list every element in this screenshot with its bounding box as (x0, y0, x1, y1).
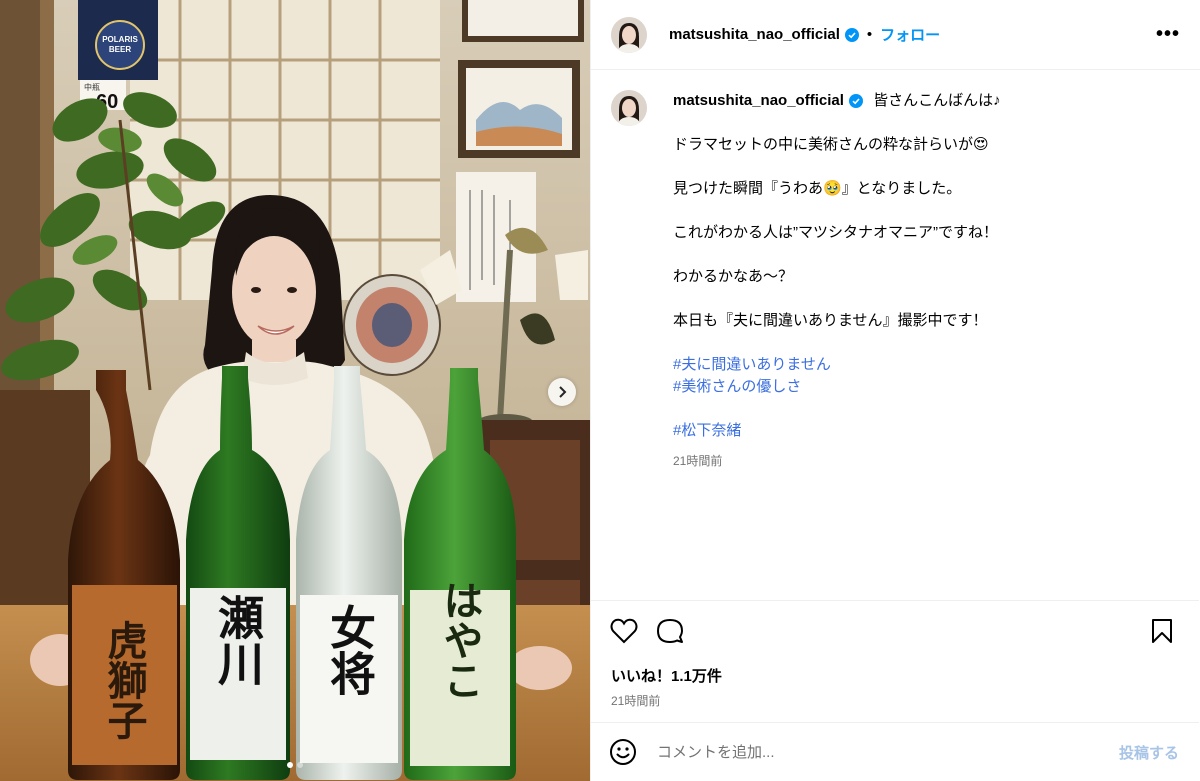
avatar[interactable] (611, 90, 647, 126)
save-button[interactable] (1147, 616, 1177, 646)
action-icons (591, 601, 1199, 661)
caption-line: ドラマセットの中に美術さんの粋な計らいが😍 (673, 136, 989, 153)
comment-bar: 投稿する (591, 722, 1199, 781)
action-bar: いいね！1.1万件 21時間前 (591, 600, 1199, 709)
username[interactable]: matsushita_nao_official (669, 26, 840, 43)
caption-greeting: 皆さんこんばんは♪ (873, 92, 1001, 109)
like-button[interactable] (609, 616, 639, 646)
svg-text:BEER: BEER (109, 45, 131, 54)
carousel-dot (287, 762, 293, 768)
carousel-dot (297, 762, 303, 768)
caption-line: わかるかなあ〜？ (673, 268, 794, 285)
post-comment-button[interactable]: 投稿する (1119, 742, 1179, 763)
likes-count[interactable]: いいね！1.1万件 (591, 661, 1199, 686)
caption-first-line: matsushita_nao_official 皆さんこんばんは♪ (673, 90, 1001, 112)
bookmark-icon (1152, 619, 1172, 643)
bottle-label-3: 女将 (323, 604, 377, 696)
follow-button[interactable]: フォロー (880, 24, 940, 45)
comment-bubble-icon (657, 619, 683, 643)
caption-line: 本日も『夫に間違いありません』撮影中です！ (673, 312, 988, 329)
caption-line: これがわかる人は”マツシタナオマニア”ですね！ (673, 224, 998, 241)
post-sidebar: matsushita_nao_official • フォロー ••• matsu… (590, 0, 1200, 781)
profile-photo (611, 90, 647, 126)
caption-timestamp[interactable]: 21時間前 (673, 450, 1001, 472)
post-header: matsushita_nao_official • フォロー ••• (591, 0, 1200, 70)
bottle-label-1: 虎獅子 (101, 620, 148, 740)
comment-input[interactable] (657, 743, 1119, 761)
bottle-label-4: はやこ (437, 580, 484, 700)
verified-badge-icon (848, 94, 863, 109)
hashtag-link[interactable]: #夫に間違いありません (673, 354, 1001, 376)
chevron-right-icon (559, 386, 567, 398)
emoji-icon[interactable] (609, 738, 637, 766)
profile-photo (611, 16, 647, 53)
caption-text: matsushita_nao_official 皆さんこんばんは♪ ドラマセット… (673, 90, 1001, 472)
more-options-icon[interactable]: ••• (1156, 23, 1180, 46)
caption: matsushita_nao_official 皆さんこんばんは♪ ドラマセット… (611, 90, 1180, 472)
bottle-label-2: 瀬川 (211, 594, 265, 686)
carousel-dots (0, 762, 590, 768)
post-photo[interactable]: POLARIS BEER 中瓶 60 虎獅子 瀬川 女将 はやこ (0, 0, 590, 781)
comment-button[interactable] (655, 616, 685, 646)
post-viewer: POLARIS BEER 中瓶 60 虎獅子 瀬川 女将 はやこ matsush… (0, 0, 1200, 781)
avatar[interactable] (611, 16, 647, 53)
hashtag-link[interactable]: #松下奈緒 (673, 420, 1001, 442)
caption-username[interactable]: matsushita_nao_official (673, 92, 844, 109)
caption-line: 見つけた瞬間『うわあ🥹』となりました。 (673, 180, 962, 197)
separator: • (866, 26, 873, 43)
post-timestamp[interactable]: 21時間前 (591, 686, 1199, 709)
hashtag-link[interactable]: #美術さんの優しさ (673, 376, 1001, 398)
photo-scene: POLARIS BEER 中瓶 60 虎獅子 瀬川 女将 はやこ (0, 0, 590, 781)
heart-icon (610, 618, 638, 644)
verified-badge-icon (844, 27, 859, 42)
next-photo-button[interactable] (548, 378, 576, 406)
beer-brand-text: POLARIS (102, 35, 138, 44)
